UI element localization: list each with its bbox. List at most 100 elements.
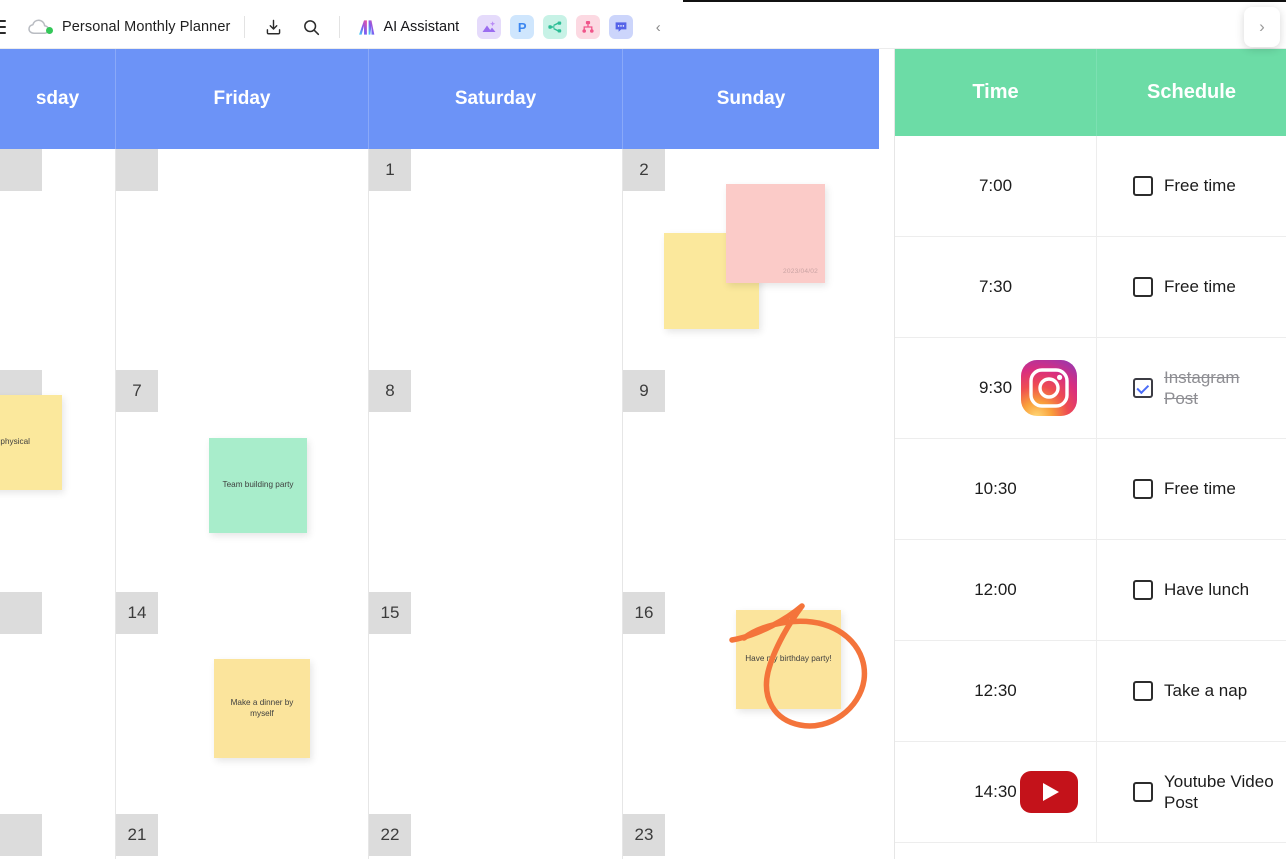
flowchart-app-icon[interactable] <box>576 15 601 39</box>
calendar-day-cell[interactable] <box>0 592 116 814</box>
schedule-time-cell: 10:30 <box>895 439 1097 539</box>
task-checkbox[interactable] <box>1133 681 1153 701</box>
schedule-time-label: 7:00 <box>978 176 1013 195</box>
sticky-note-yellow[interactable]: Make a dinner by myself <box>214 659 310 758</box>
search-glyph <box>304 19 320 35</box>
calendar-weekday-thursday: sday <box>0 49 116 149</box>
sync-status-dot <box>46 27 53 34</box>
schedule-table-body: 7:00 Free time 7:30 Free time 9:30 Instagram … <box>895 136 1286 843</box>
task-checkbox[interactable] <box>1133 580 1153 600</box>
window-edge-divider <box>683 0 1286 2</box>
schedule-time-label: 12:30 <box>974 681 1017 700</box>
task-checkbox[interactable] <box>1133 176 1153 196</box>
mindmap-app-icon[interactable] <box>543 15 568 39</box>
document-title[interactable]: Personal Monthly Planner <box>62 19 230 35</box>
download-glyph <box>266 19 281 34</box>
schedule-row: 12:00 Have lunch <box>895 540 1286 641</box>
calendar-day-number <box>116 149 158 191</box>
calendar-day-number: 16 <box>623 592 665 634</box>
task-label[interactable]: Youtube Video Post <box>1164 771 1278 814</box>
calendar-day-cell[interactable] <box>0 814 116 859</box>
schedule-time-cell: 12:30 <box>895 641 1097 741</box>
sticky-note-yellow[interactable]: y cat a physical <box>0 395 62 490</box>
ai-sparkle-icon <box>359 19 375 35</box>
task-label[interactable]: Free time <box>1164 175 1236 196</box>
task-checkbox[interactable] <box>1133 277 1153 297</box>
schedule-time-cell: 14:30 <box>895 742 1097 842</box>
task-checkbox[interactable] <box>1133 782 1153 802</box>
ai-image-app-icon[interactable] <box>477 15 502 39</box>
calendar-day-cell[interactable] <box>116 149 369 370</box>
schedule-row: 10:30 Free time <box>895 439 1286 540</box>
task-checkbox[interactable] <box>1133 378 1153 398</box>
ai-assistant-label: AI Assistant <box>383 19 460 35</box>
schedule-time-label: 10:30 <box>974 479 1017 498</box>
sticky-note-yellow[interactable]: Have my birthday party! <box>736 610 841 709</box>
task-label[interactable]: Take a nap <box>1164 680 1247 701</box>
schedule-time-cell: 12:00 <box>895 540 1097 640</box>
calendar-day-cell[interactable]: 9 <box>623 370 879 592</box>
calendar-day-cell[interactable]: 2 2023/04/02 <box>623 149 879 370</box>
ai-assistant-button[interactable]: AI Assistant <box>356 17 459 38</box>
schedule-time-cell: 7:30 <box>895 237 1097 337</box>
schedule-time-label: 9:30 <box>978 378 1013 397</box>
calendar-day-number: 7 <box>116 370 158 412</box>
schedule-time-label: 14:30 <box>974 782 1017 801</box>
task-label[interactable]: Instagram Post <box>1164 367 1278 410</box>
comment-app-icon[interactable] <box>609 15 634 39</box>
hamburger-menu-icon[interactable] <box>0 20 14 34</box>
toolbar-divider-1 <box>244 16 246 38</box>
download-icon[interactable] <box>259 13 287 41</box>
chevron-left-icon[interactable]: ‹ <box>647 15 669 39</box>
sticky-note-text: Team building party <box>222 480 294 490</box>
presentation-app-icon[interactable]: P <box>510 15 535 39</box>
calendar-day-number: 2 <box>623 149 665 191</box>
task-label[interactable]: Free time <box>1164 276 1236 297</box>
calendar-day-cell[interactable]: 7 Team building party <box>116 370 369 592</box>
calendar-day-cell[interactable]: 1 <box>369 149 623 370</box>
calendar-day-cell[interactable]: 22 <box>369 814 623 859</box>
calendar-day-cell[interactable]: 8 <box>369 370 623 592</box>
mindmap-glyph <box>548 21 562 33</box>
calendar-week-row: y cat a physical 7 Team building party 8 9 <box>0 370 879 592</box>
youtube-icon <box>1020 763 1078 821</box>
search-icon[interactable] <box>297 13 325 41</box>
image-glyph <box>482 21 496 32</box>
calendar-day-cell[interactable]: 15 <box>369 592 623 814</box>
calendar-day-number <box>0 814 42 856</box>
schedule-table-header: Time Schedule <box>895 49 1286 136</box>
cloud-sync-icon[interactable] <box>28 16 54 38</box>
app-toolbar: Personal Monthly Planner AI Assistant P … <box>0 6 1286 49</box>
calendar-day-cell[interactable] <box>0 149 116 370</box>
calendar-day-cell[interactable]: y cat a physical <box>0 370 116 592</box>
calendar-day-cell[interactable]: 14 Make a dinner by myself <box>116 592 369 814</box>
calendar-day-number: 22 <box>369 814 411 856</box>
schedule-task-cell: Youtube Video Post <box>1097 742 1286 842</box>
calendar-weekday-friday: Friday <box>116 49 369 149</box>
task-label[interactable]: Free time <box>1164 478 1236 499</box>
calendar-day-cell[interactable]: 21 <box>116 814 369 859</box>
schedule-task-cell: Take a nap <box>1097 641 1286 741</box>
calendar-day-number: 1 <box>369 149 411 191</box>
schedule-header-time: Time <box>895 49 1097 136</box>
schedule-row: 9:30 Instagram Post <box>895 338 1286 439</box>
calendar-week-row: 1 2 2023/04/02 <box>0 149 879 370</box>
sticky-note-text: Have my birthday party! <box>745 654 832 664</box>
schedule-task-cell: Free time <box>1097 237 1286 337</box>
calendar-weekday-saturday: Saturday <box>369 49 623 149</box>
schedule-row: 7:00 Free time <box>895 136 1286 237</box>
calendar-day-number: 23 <box>623 814 665 856</box>
calendar-day-cell[interactable]: 23 <box>623 814 879 859</box>
schedule-time-label: 12:00 <box>974 580 1017 599</box>
sticky-note-green[interactable]: Team building party <box>209 438 307 533</box>
sticky-note-pink[interactable]: 2023/04/02 <box>726 184 825 283</box>
task-label[interactable]: Have lunch <box>1164 579 1249 600</box>
task-checkbox[interactable] <box>1133 479 1153 499</box>
chevron-right-icon[interactable]: › <box>1244 7 1280 47</box>
schedule-task-cell: Instagram Post <box>1097 338 1286 438</box>
sticky-note-text: y cat a physical <box>0 437 30 447</box>
schedule-row: 12:30 Take a nap <box>895 641 1286 742</box>
calendar-weekday-header: sday Friday Saturday Sunday <box>0 49 879 149</box>
presentation-glyph: P <box>517 19 527 35</box>
calendar-day-cell[interactable]: 16 Have my birthday party! <box>623 592 879 814</box>
